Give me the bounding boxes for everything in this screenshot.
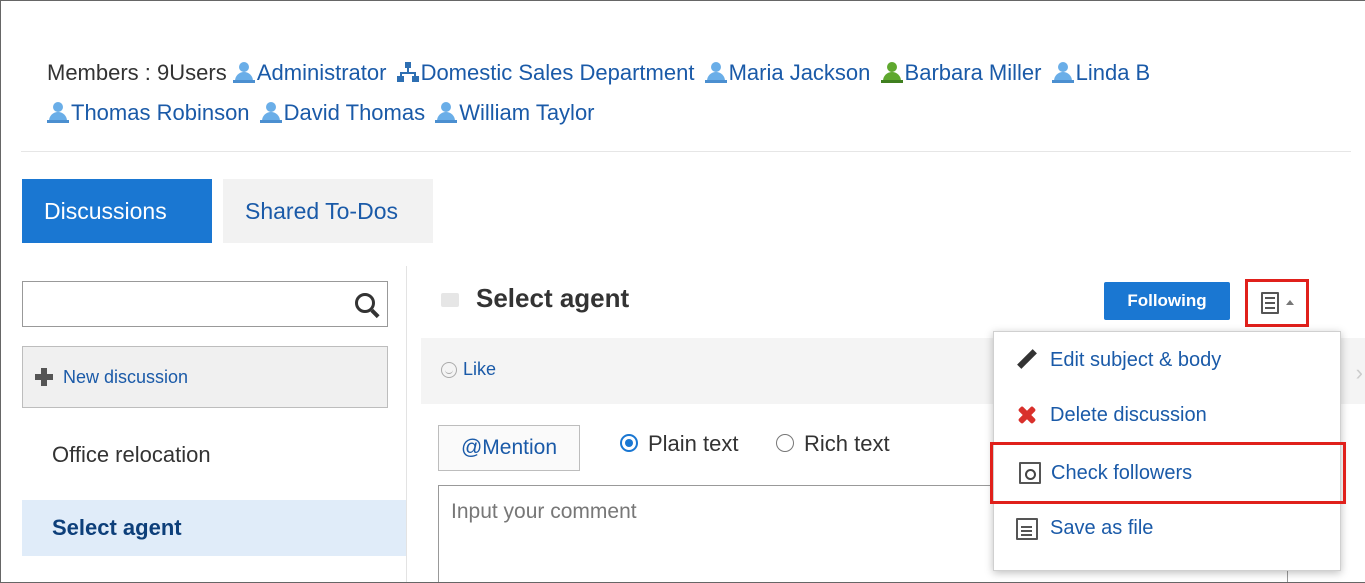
doc-icon [1016, 518, 1038, 540]
plain-text-label[interactable]: Plain text [648, 431, 739, 457]
tab-discussions[interactable]: Discussions [22, 179, 212, 243]
user-icon [704, 61, 727, 83]
new-discussion-button[interactable]: New discussion [22, 346, 388, 408]
user-icon [232, 61, 255, 83]
smile-icon [441, 362, 457, 378]
menu-item-save-as-file[interactable]: Save as file [994, 502, 1340, 554]
member-link[interactable]: Thomas Robinson [47, 100, 256, 125]
list-icon [1261, 292, 1279, 314]
org-icon [396, 61, 419, 83]
rich-text-label[interactable]: Rich text [804, 431, 890, 457]
user-icon [880, 61, 903, 83]
mention-button[interactable]: @Mention [438, 425, 580, 471]
comment-placeholder: Input your comment [451, 500, 637, 523]
members-prefix: Members : 9Users [47, 60, 227, 85]
member-link[interactable]: Domestic Sales Department [396, 60, 701, 85]
member-link[interactable]: Linda B [1051, 60, 1150, 85]
title-bullet-icon [441, 293, 459, 307]
plus-icon [35, 368, 53, 386]
plain-text-radio[interactable] [620, 434, 638, 452]
pencil-icon [1016, 350, 1038, 372]
caret-up-icon [1286, 300, 1294, 305]
user-icon [435, 101, 458, 123]
menu-item-edit-subject-body[interactable]: Edit subject & body [994, 334, 1340, 386]
member-link[interactable]: Barbara Miller [880, 60, 1048, 85]
divider [21, 151, 1351, 152]
doc-search-icon [1019, 462, 1041, 484]
menu-item-check-followers[interactable]: Check followers [990, 442, 1346, 504]
user-icon [47, 101, 69, 123]
delete-x-icon [1016, 405, 1038, 427]
app-frame: Members : 9Users Administrator Domestic … [0, 0, 1365, 583]
panel-divider [406, 266, 407, 582]
options-dropdown-menu: Edit subject & body Delete discussion Ch… [990, 331, 1346, 571]
member-link[interactable]: David Thomas [259, 100, 432, 125]
menu-item-delete-discussion[interactable]: Delete discussion [994, 389, 1340, 441]
discussion-item-office-relocation[interactable]: Office relocation [22, 427, 406, 483]
search-input[interactable] [22, 281, 388, 327]
rich-text-radio[interactable] [776, 434, 794, 452]
search-icon[interactable] [355, 293, 375, 313]
members-line: Members : 9Users Administrator Domestic … [47, 53, 1365, 133]
user-icon [1051, 61, 1074, 83]
member-link[interactable]: William Taylor [435, 100, 595, 125]
options-menu-button[interactable] [1245, 279, 1309, 327]
member-link[interactable]: Administrator [232, 60, 393, 85]
discussion-item-select-agent[interactable]: Select agent [22, 500, 406, 556]
like-link[interactable]: Like [463, 359, 496, 380]
member-link[interactable]: Maria Jackson [704, 60, 877, 85]
chevron-right-icon[interactable]: › [1356, 360, 1363, 386]
user-icon [259, 101, 282, 123]
discussion-title: Select agent [476, 283, 630, 313]
tab-shared-todos[interactable]: Shared To-Dos [223, 179, 433, 243]
following-button[interactable]: Following [1104, 282, 1230, 320]
new-discussion-label: New discussion [63, 367, 189, 387]
